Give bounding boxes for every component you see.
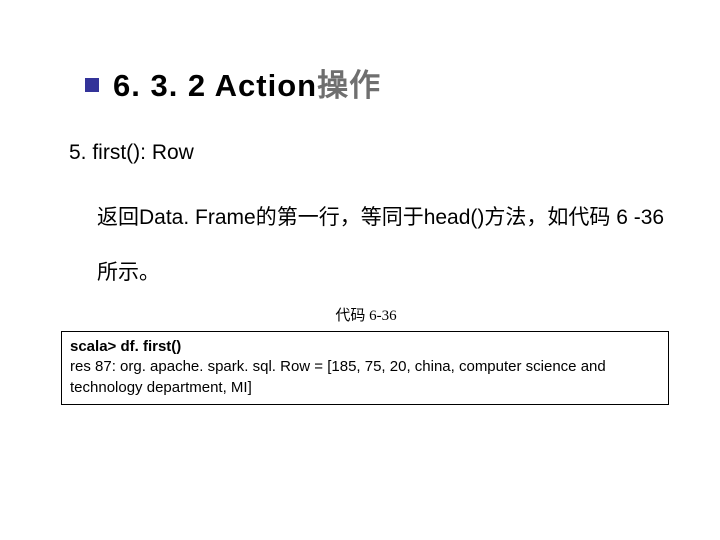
slide-title: 6. 3. 2 Action操作 [113,60,381,105]
code-caption: 代码 6-36 [61,304,671,325]
slide-title-row: 6. 3. 2 Action操作 [55,60,665,105]
title-cn: 操作 [317,68,381,103]
subheading: 5. first(): Row [55,141,665,165]
description-text: 返回Data. Frame的第一行，等同于head()方法，如代码 6 -36所… [55,191,665,300]
code-output: res 87: org. apache. spark. sql. Row = [… [70,357,660,398]
title-number: 6. 3. 2 Action [113,68,317,103]
title-bullet-icon [85,78,99,92]
code-box: scala> df. first() res 87: org. apache. … [61,331,669,405]
code-command: scala> df. first() [70,337,660,357]
